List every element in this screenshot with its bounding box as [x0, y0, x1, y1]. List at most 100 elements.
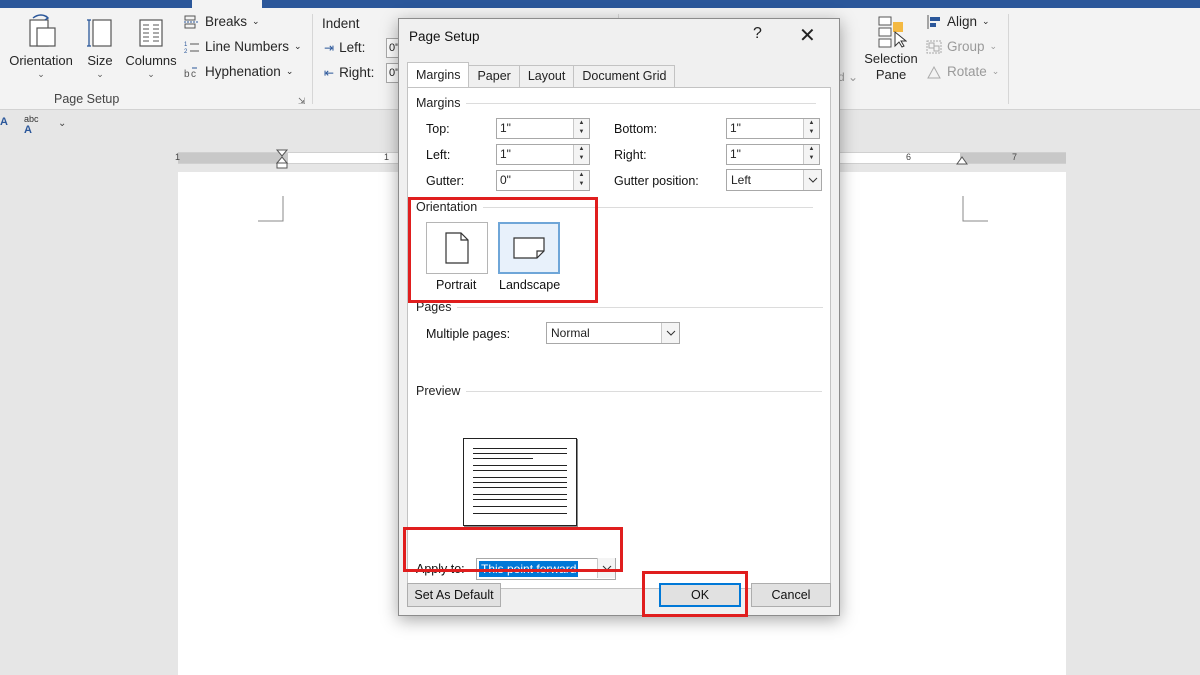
chevron-down-icon[interactable] — [661, 323, 679, 343]
breaks-icon — [184, 15, 198, 28]
preview-line — [473, 458, 533, 459]
rotate-button[interactable]: Rotate ⌄ — [926, 64, 999, 79]
chevron-down-icon[interactable] — [597, 558, 615, 578]
orientation-icon — [29, 14, 56, 47]
spinner-arrows[interactable]: ▲ ▼ — [803, 145, 819, 164]
size-button[interactable]: Size ⌄ — [82, 14, 118, 80]
spin-up-icon[interactable]: ▲ — [804, 119, 819, 128]
indent-right-label: Right: — [339, 65, 375, 80]
tab-paper[interactable]: Paper — [468, 65, 520, 87]
apply-to-dropdown[interactable] — [597, 558, 615, 580]
gutter-position-label: Gutter position: — [614, 174, 699, 188]
ruler-number: 7 — [1012, 152, 1018, 162]
close-button[interactable]: ✕ — [799, 23, 816, 48]
line-numbers-button[interactable]: 12 Line Numbers ⌄ — [184, 39, 302, 54]
selection-pane-button[interactable]: Selection Pane — [862, 14, 920, 83]
gutter-label: Gutter: — [426, 174, 465, 188]
spin-down-icon[interactable]: ▼ — [804, 128, 819, 137]
left-margin-spinner[interactable]: 1" ▲ ▼ — [496, 144, 590, 165]
left-margin-value: 1" — [500, 147, 511, 161]
right-margin-label: Right: — [614, 148, 647, 162]
spin-up-icon[interactable]: ▲ — [574, 171, 589, 180]
columns-label: Columns — [125, 53, 177, 68]
hyphenation-button[interactable]: bc Hyphenation ⌄ — [184, 64, 293, 79]
breaks-button[interactable]: Breaks ⌄ — [184, 14, 260, 29]
spin-up-icon[interactable]: ▲ — [804, 145, 819, 154]
page-setup-dialog: Page Setup ? ✕ Margins Paper Layout Docu… — [398, 18, 840, 616]
multiple-pages-select[interactable]: Normal — [546, 322, 680, 344]
spin-down-icon[interactable]: ▼ — [574, 154, 589, 163]
preview-line — [473, 448, 567, 449]
tab-document-grid[interactable]: Document Grid — [573, 65, 676, 87]
ruler-margin-left — [178, 153, 288, 163]
selection-pane-icon — [878, 16, 907, 48]
orientation-button[interactable]: Orientation ⌄ — [6, 14, 76, 80]
preview-line — [473, 453, 567, 454]
preview-section-title: Preview — [416, 384, 823, 398]
orientation-section-title: Orientation — [416, 200, 814, 214]
spin-down-icon[interactable]: ▼ — [574, 128, 589, 137]
preview-section-label: Preview — [416, 384, 461, 398]
help-button[interactable]: ? — [753, 25, 762, 43]
indent-title: Indent — [322, 16, 360, 31]
cancel-button[interactable]: Cancel — [751, 583, 831, 607]
group-separator — [312, 14, 313, 104]
spin-up-icon[interactable]: ▲ — [574, 145, 589, 154]
spin-up-icon[interactable]: ▲ — [574, 119, 589, 128]
chevron-down-icon: ⌄ — [989, 41, 998, 51]
group-button[interactable]: Group ⌄ — [926, 39, 997, 54]
section-divider — [466, 102, 817, 104]
preview-line — [473, 487, 567, 488]
dialog-launcher-icon[interactable]: ⇲ — [298, 96, 306, 107]
title-bar — [0, 0, 1200, 8]
set-as-default-button[interactable]: Set As Default — [407, 583, 501, 607]
chevron-down-icon[interactable] — [803, 170, 821, 190]
selection-pane-label-1: Selection — [864, 51, 918, 66]
spin-down-icon[interactable]: ▼ — [574, 180, 589, 189]
breaks-label: Breaks — [205, 14, 248, 29]
landscape-button[interactable] — [498, 222, 560, 274]
line-numbers-label: Line Numbers — [205, 39, 290, 54]
ruler-number: 1 — [175, 152, 181, 162]
align-button[interactable]: Align ⌄ — [926, 14, 990, 29]
bottom-margin-spinner[interactable]: 1" ▲ ▼ — [726, 118, 820, 139]
apply-to-label: Apply to: — [416, 562, 465, 576]
spinner-arrows[interactable]: ▲ ▼ — [803, 119, 819, 138]
preview-page — [463, 438, 577, 526]
right-margin-spinner[interactable]: 1" ▲ ▼ — [726, 144, 820, 165]
right-indent-marker-icon[interactable] — [956, 155, 968, 165]
spin-down-icon[interactable]: ▼ — [804, 154, 819, 163]
hyphenation-icon: bc — [184, 67, 197, 79]
gutter-position-select[interactable]: Left — [726, 169, 822, 191]
portrait-button[interactable] — [426, 222, 488, 274]
hyphenation-label: Hyphenation — [205, 64, 281, 79]
multiple-pages-value: Normal — [551, 326, 590, 340]
multiple-pages-label: Multiple pages: — [426, 327, 511, 341]
spelling-icon[interactable]: abc A — [24, 114, 39, 136]
apply-to-select[interactable]: This point forward — [476, 558, 616, 580]
dialog-tabs: Margins Paper Layout Document Grid — [407, 62, 676, 87]
preview-line — [473, 477, 567, 478]
tab-margins[interactable]: Margins — [407, 62, 470, 87]
columns-icon — [139, 19, 163, 47]
indent-right: ⇤ Right: — [324, 65, 374, 80]
section-divider — [466, 390, 823, 392]
svg-text:1: 1 — [184, 42, 188, 48]
columns-button[interactable]: Columns ⌄ — [122, 14, 180, 80]
top-margin-spinner[interactable]: 1" ▲ ▼ — [496, 118, 590, 139]
spinner-arrows[interactable]: ▲ ▼ — [573, 119, 589, 138]
customize-toolbar-icon[interactable]: ⌄ — [58, 118, 66, 129]
font-color-icon[interactable]: A — [0, 116, 8, 128]
indent-marker-icon[interactable] — [276, 149, 288, 169]
portrait-label: Portrait — [436, 278, 477, 292]
selection-pane-label-2: Pane — [875, 67, 907, 82]
indent-left-label: Left: — [339, 40, 366, 55]
spinner-arrows[interactable]: ▲ ▼ — [573, 171, 589, 190]
tab-layout[interactable]: Layout — [518, 65, 575, 87]
gutter-spinner[interactable]: 0" ▲ ▼ — [496, 170, 590, 191]
spinner-arrows[interactable]: ▲ ▼ — [573, 145, 589, 164]
margins-section-label: Margins — [416, 96, 461, 110]
preview-line — [473, 465, 567, 466]
section-divider — [457, 306, 824, 308]
ok-button[interactable]: OK — [659, 583, 741, 607]
